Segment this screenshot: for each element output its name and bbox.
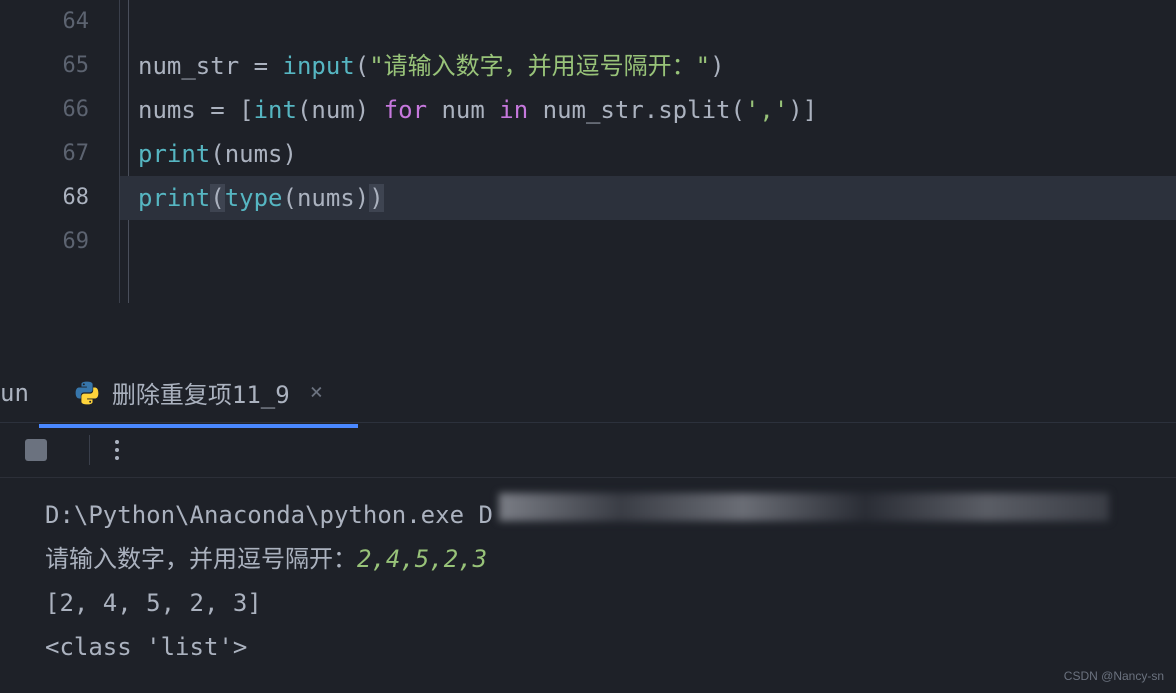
code-token: (nums) — [283, 184, 370, 212]
input-prompt: 请输入数字，并用逗号隔开： — [45, 537, 357, 581]
code-token: ) — [710, 52, 724, 80]
panel-divider[interactable] — [0, 303, 1176, 363]
gutter: 646566676869 — [0, 0, 120, 303]
code-token: nums — [138, 96, 210, 124]
code-token: (num) — [297, 96, 384, 124]
more-icon[interactable] — [115, 440, 119, 460]
console-line-input: 请输入数字，并用逗号隔开：2,4,5,2,3 — [45, 537, 1176, 581]
code-line[interactable]: nums = [int(num) for num in num_str.spli… — [138, 88, 1176, 132]
code-token: for — [384, 96, 427, 124]
console-output[interactable]: D:\Python\Anaconda\python.exe D 请输入数字，并用… — [0, 478, 1176, 693]
code-token: num_str.split( — [528, 96, 745, 124]
user-input: 2,4,5,2,3 — [357, 537, 487, 581]
code-token: ( — [210, 184, 224, 212]
code-token: input — [283, 52, 355, 80]
console-line-out2: <class 'list'> — [45, 625, 1176, 669]
code-token — [268, 52, 282, 80]
editor-area: 646566676869 num_str = input("请输入数字，并用逗号… — [0, 0, 1176, 303]
code-token: num — [427, 96, 499, 124]
code-line[interactable]: num_str = input("请输入数字，并用逗号隔开：") — [138, 44, 1176, 88]
run-label: un — [0, 379, 64, 407]
code-token: in — [499, 96, 528, 124]
code-token: ) — [369, 184, 383, 212]
code-token: print — [138, 184, 210, 212]
code-token: = — [210, 96, 224, 124]
line-number: 66 — [0, 88, 89, 132]
line-number: 68 — [0, 176, 89, 220]
run-header: un 删除重复项11_9 × — [0, 363, 1176, 423]
code-token: int — [254, 96, 297, 124]
code-token: ',' — [745, 96, 788, 124]
run-panel: un 删除重复项11_9 × D:\Python\Anaconda\python… — [0, 363, 1176, 693]
exe-path: D:\Python\Anaconda\python.exe D — [45, 493, 493, 537]
code-token: print — [138, 140, 210, 168]
run-tab[interactable]: 删除重复项11_9 × — [64, 363, 333, 422]
close-icon[interactable]: × — [310, 380, 323, 405]
line-number: 64 — [0, 0, 89, 44]
python-icon — [74, 380, 100, 406]
console-line-out1: [2, 4, 5, 2, 3] — [45, 581, 1176, 625]
code-line[interactable] — [138, 0, 1176, 44]
code-token: = — [254, 52, 268, 80]
code-token: (nums) — [210, 140, 297, 168]
code-token: "请输入数字，并用逗号隔开：" — [369, 52, 710, 80]
line-number: 65 — [0, 44, 89, 88]
code-line[interactable]: print(type(nums)) — [138, 176, 1176, 220]
code-line[interactable]: print(nums) — [138, 132, 1176, 176]
run-toolbar — [0, 423, 1176, 478]
console-line-exec: D:\Python\Anaconda\python.exe D — [45, 493, 1176, 537]
run-tab-title: 删除重复项11_9 — [112, 375, 290, 410]
code-content[interactable]: num_str = input("请输入数字，并用逗号隔开：")nums = [… — [120, 0, 1176, 303]
code-line[interactable] — [138, 220, 1176, 264]
line-number: 69 — [0, 220, 89, 264]
code-token: type — [225, 184, 283, 212]
code-token: ( — [355, 52, 369, 80]
stop-button[interactable] — [25, 439, 47, 461]
code-token: )] — [788, 96, 817, 124]
line-number: 67 — [0, 132, 89, 176]
watermark: CSDN @Nancy-sn — [1064, 669, 1164, 683]
toolbar-divider — [89, 435, 90, 465]
code-token: [ — [225, 96, 254, 124]
code-token: num_str — [138, 52, 254, 80]
redacted-path — [499, 493, 1109, 521]
